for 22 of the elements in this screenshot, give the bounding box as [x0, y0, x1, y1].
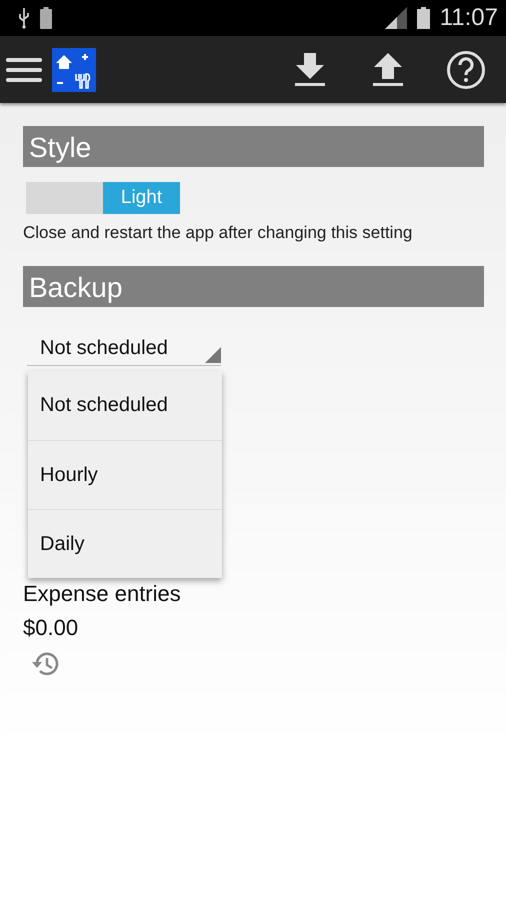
- app-logo-icon: [52, 48, 96, 92]
- battery-icon: [40, 7, 52, 29]
- download-icon: [294, 52, 326, 86]
- battery-icon: [416, 7, 430, 29]
- help-icon: [446, 50, 486, 90]
- menu-button[interactable]: [6, 56, 42, 84]
- section-header: Backup: [23, 266, 484, 307]
- expense-amount: $0.00: [23, 614, 80, 642]
- clock-time: 11:07: [440, 4, 498, 32]
- hint-text: Close and restart the app after changing this setting: [23, 223, 414, 243]
- toggle-label: Light: [103, 182, 180, 214]
- upload-icon: [372, 52, 404, 86]
- signal-icon: [384, 7, 407, 29]
- usb-icon: [18, 7, 30, 29]
- menu-option[interactable]: Not scheduled: [28, 371, 222, 440]
- section-header: Style: [23, 126, 484, 167]
- menu-option[interactable]: Hourly: [28, 440, 222, 509]
- menu-icon: [6, 56, 42, 84]
- menu-option[interactable]: Daily: [28, 509, 222, 578]
- schedule-dropdown[interactable]: Not scheduled: [27, 331, 221, 366]
- dropdown-caret-icon: [205, 347, 221, 363]
- expense-label: Expense entries: [23, 580, 182, 608]
